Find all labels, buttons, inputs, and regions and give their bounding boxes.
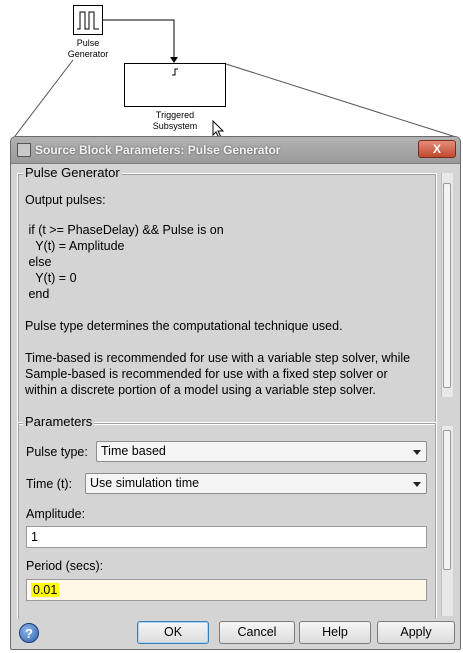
code-line-5: end <box>25 287 50 301</box>
block-parameters-dialog: Source Block Parameters: Pulse Generator… <box>10 136 461 650</box>
dialog-content: Pulse Generator Output pulses: if (t >= … <box>11 164 460 619</box>
chevron-down-icon <box>413 450 421 455</box>
description-note2-line2: Sample-based is recommended for use with… <box>25 367 388 381</box>
amplitude-input[interactable]: 1 <box>26 526 427 548</box>
code-line-3: else <box>25 255 52 269</box>
description-scroll-thumb[interactable] <box>443 183 451 388</box>
triggered-subsystem-label: Triggered Subsystem <box>152 110 198 131</box>
amplitude-value: 1 <box>31 530 38 544</box>
time-label: Time (t): <box>26 477 73 491</box>
help-icon[interactable]: ? <box>19 623 39 643</box>
time-select[interactable]: Use simulation time <box>85 473 427 494</box>
pulse-type-select[interactable]: Time based <box>96 441 427 462</box>
pulse-generator-label: Pulse Generator <box>67 38 109 59</box>
ok-button[interactable]: OK <box>137 621 209 644</box>
description-scrollbar[interactable] <box>441 173 453 397</box>
simulink-app-icon <box>17 143 31 157</box>
pulse-type-label: Pulse type: <box>26 445 88 459</box>
description-intro: Output pulses: <box>25 193 106 207</box>
apply-button[interactable]: Apply <box>377 621 455 644</box>
callout-line-left <box>11 59 74 141</box>
triggered-subsystem-block[interactable] <box>124 63 226 107</box>
code-line-4: Y(t) = 0 <box>25 271 77 285</box>
description-note1: Pulse type determines the computational … <box>25 319 343 333</box>
code-line-2: Y(t) = Amplitude <box>25 239 125 253</box>
cancel-button[interactable]: Cancel <box>219 621 295 644</box>
dialog-titlebar[interactable]: Source Block Parameters: Pulse Generator… <box>11 137 460 164</box>
pulse-generator-block[interactable] <box>73 5 103 35</box>
period-value: 0.01 <box>31 583 60 597</box>
code-line-1: if (t >= PhaseDelay) && Pulse is on <box>25 223 224 237</box>
parameters-scrollbar[interactable] <box>441 426 453 616</box>
dialog-title: Source Block Parameters: Pulse Generator <box>35 143 281 157</box>
time-value: Use simulation time <box>90 476 200 490</box>
pulse-wave-icon <box>77 11 99 30</box>
period-input[interactable]: 0.01 <box>26 579 427 601</box>
description-note2-line3: within a discrete portion of a model usi… <box>25 383 376 397</box>
chevron-down-icon <box>413 482 421 487</box>
callout-line-right <box>225 63 460 139</box>
trigger-icon <box>172 68 178 76</box>
description-note2-line1: Time-based is recommended for use with a… <box>25 351 411 365</box>
description-group-title: Pulse Generator <box>23 165 122 180</box>
pulse-type-value: Time based <box>101 444 166 458</box>
parameters-scroll-thumb[interactable] <box>443 430 451 570</box>
close-button[interactable]: X <box>418 140 456 158</box>
help-button[interactable]: Help <box>299 621 371 644</box>
amplitude-label: Amplitude: <box>26 507 86 521</box>
parameters-group-title: Parameters <box>23 414 95 429</box>
period-label: Period (secs): <box>26 559 104 573</box>
